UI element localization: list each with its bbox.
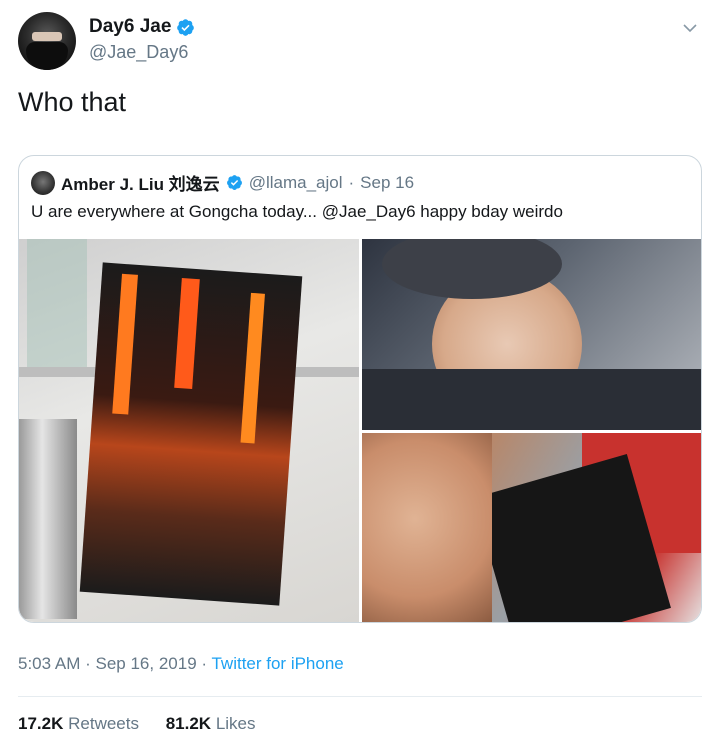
meta-separator: · (201, 654, 212, 673)
retweets-stat[interactable]: 17.2K Retweets (18, 714, 144, 733)
tweet-text: Who that (18, 87, 127, 117)
likes-label: Likes (215, 714, 256, 733)
quoted-date: Sep 16 (360, 172, 415, 192)
quoted-tweet[interactable]: Amber J. Liu 刘逸云 @llama_ajol · Sep 16 U … (18, 155, 702, 623)
author-handle[interactable]: @Jae_Day6 (89, 42, 195, 63)
media-grid (19, 239, 701, 622)
quoted-tweet-text: U are everywhere at Gongcha today... @Ja… (31, 202, 563, 221)
tweet-stats: 17.2K Retweets 81.2K Likes (18, 714, 278, 734)
tweet-time[interactable]: 5:03 AM (18, 654, 80, 673)
author-display-name[interactable]: Day6 Jae (89, 16, 171, 38)
tweet-date[interactable]: Sep 16, 2019 (96, 654, 197, 673)
author-block[interactable]: Day6 Jae @Jae_Day6 (89, 16, 195, 63)
divider (18, 696, 702, 697)
retweets-count: 17.2K (18, 714, 64, 733)
author-avatar[interactable] (18, 12, 76, 70)
likes-stat[interactable]: 81.2K Likes (166, 714, 256, 733)
verified-badge-icon (226, 175, 242, 190)
quoted-author-avatar (31, 170, 55, 195)
quoted-author-handle: @llama_ajol (248, 172, 343, 192)
tweet-source-link[interactable]: Twitter for iPhone (211, 654, 343, 673)
likes-count: 81.2K (165, 714, 212, 733)
photo-2[interactable] (362, 239, 701, 430)
photo-3[interactable] (362, 433, 701, 622)
photo-1[interactable] (19, 239, 359, 622)
quoted-author-display-name: Amber J. Liu 刘逸云 (61, 175, 220, 194)
retweets-label: Retweets (68, 714, 139, 733)
quoted-separator: · (348, 172, 355, 192)
quoted-tweet-header: Amber J. Liu 刘逸云 @llama_ajol · Sep 16 (31, 170, 414, 195)
chevron-down-icon[interactable] (682, 20, 698, 36)
verified-badge-icon (177, 18, 195, 36)
tweet-header: Day6 Jae @Jae_Day6 (18, 12, 702, 72)
meta-separator: · (85, 654, 96, 673)
tweet-meta: 5:03 AM · Sep 16, 2019 · Twitter for iPh… (18, 654, 344, 674)
